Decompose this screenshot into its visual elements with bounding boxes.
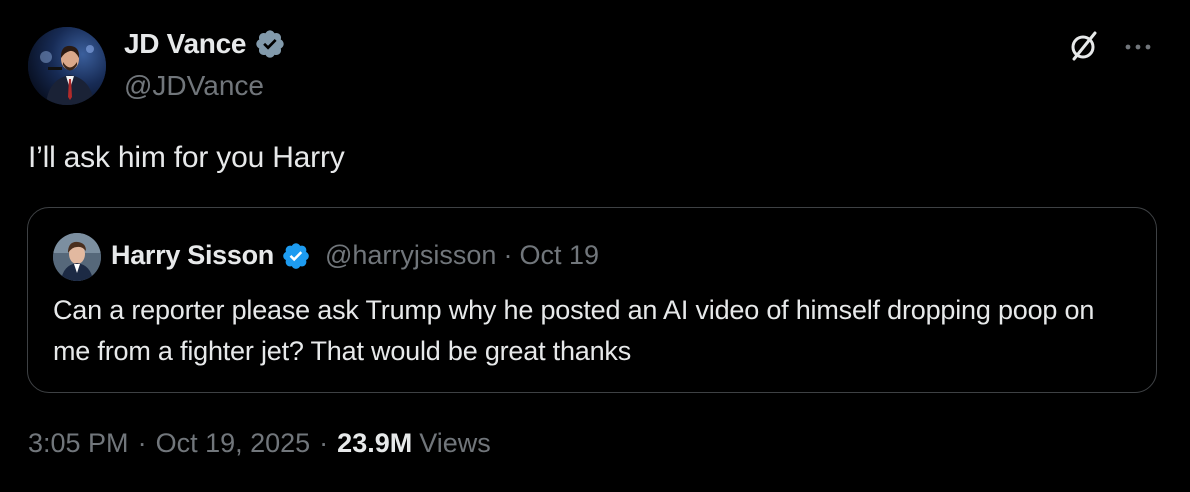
quoted-author-avatar[interactable] [53,233,101,281]
views-count[interactable]: 23.9M [337,428,412,459]
author-handle[interactable]: @JDVance [124,70,264,102]
quoted-separator: · [503,240,513,270]
tweet-meta: 3:05 PM · Oct 19, 2025 · 23.9M Views [28,428,491,459]
grok-icon[interactable] [1066,28,1102,64]
quoted-author-handle[interactable]: @harryjsisson [325,240,496,271]
more-icon[interactable] [1120,28,1156,64]
author-name[interactable]: JD Vance [124,28,246,60]
quoted-header: Harry Sisson @harryjsisson · Oct 19 [111,240,599,271]
meta-separator: · [137,428,147,458]
quoted-author-name[interactable]: Harry Sisson [111,240,274,271]
quoted-tweet-text: Can a reporter please ask Trump why he p… [53,295,1095,366]
views-label[interactable]: Views [419,428,491,459]
tweet-date[interactable]: Oct 19, 2025 [156,428,311,459]
tweet-time[interactable]: 3:05 PM [28,428,129,459]
quoted-verified-badge-icon[interactable] [281,241,311,271]
quoted-tweet[interactable]: Harry Sisson @harryjsisson · Oct 19 Can … [27,207,1157,393]
quoted-date[interactable]: Oct 19 [519,240,599,271]
meta-separator: · [319,428,329,458]
verified-badge-icon[interactable] [254,28,286,60]
author-avatar[interactable] [28,27,106,105]
author-name-row[interactable]: JD Vance [124,28,286,60]
tweet-text: I’ll ask him for you Harry [28,141,345,174]
tweet: JD Vance @JDVance I’ll ask him for you H… [0,0,1190,492]
